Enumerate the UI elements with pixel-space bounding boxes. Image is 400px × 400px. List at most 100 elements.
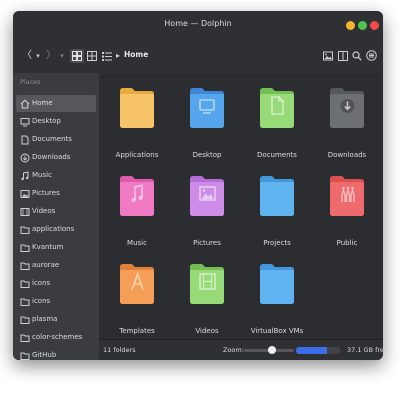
icons-view-button[interactable] [70,49,84,63]
disk-usage-fill [296,347,327,354]
search-button[interactable] [351,49,363,63]
folder-label: Applications [115,151,159,159]
forward-button[interactable]: 〉 [46,49,56,63]
grid-icon [72,51,82,61]
sidebar-item-plasma[interactable]: plasma [16,311,96,328]
folder-public[interactable]: Public [312,167,382,249]
compact-grid-icon [87,51,97,61]
sidebar-item-color-schemes[interactable]: color-schemes [16,329,96,346]
list-icon [102,52,112,61]
folder-label: Music [127,239,147,247]
window-title: Home — Dolphin [164,19,232,28]
toolbar: 〈 ▾ 〉 ▾ ▸ Home [13,39,383,74]
folder-icon [260,176,294,216]
folder-icon [260,88,294,128]
folder-label: Downloads [327,151,367,159]
disk-usage-bar [296,347,340,354]
folder-icon [120,176,154,216]
free-space-label: 37.1 GB free [347,346,383,354]
sidebar-item-icons[interactable]: icons [16,293,96,310]
back-button[interactable]: 〈 [22,49,32,63]
sidebar-item-kvantum[interactable]: Kvantum [16,239,96,256]
folder-label: Public [336,239,358,247]
forward-menu-icon[interactable]: ▾ [58,49,66,63]
folder-icon [20,334,30,342]
menu-button[interactable] [365,49,377,63]
folder-icon [190,264,224,304]
back-menu-icon[interactable]: ▾ [34,49,42,63]
folder-applications[interactable]: Applications [102,79,172,161]
folder-icon [20,298,30,306]
sidebar-item-label: Downloads [32,153,71,161]
zoom-label: Zoom: [223,346,244,354]
document-icon [21,135,29,145]
folder-icon [330,176,364,216]
folder-templates[interactable]: Templates [102,255,172,337]
folder-icon [20,244,30,252]
folder-downloads[interactable]: Downloads [312,79,382,161]
sidebar-item-pictures[interactable]: Pictures [16,185,96,202]
sidebar-item-label: Documents [32,135,72,143]
title-bar[interactable]: Home — Dolphin [13,11,383,39]
sidebar-item-label: Desktop [32,117,61,125]
folder-documents[interactable]: Documents [242,79,312,161]
folder-icon [330,88,364,128]
folder-label: Pictures [193,239,221,247]
folder-label: Videos [195,327,219,335]
dolphin-window: Home — Dolphin 〈 ▾ 〉 ▾ ▸ Home Places Hom… [13,11,383,360]
sidebar-item-label: applications [32,225,75,233]
picture-icon [20,190,30,198]
download-icon [20,153,30,163]
breadcrumb-home[interactable]: Home [124,50,148,59]
folder-virtualbox-vms[interactable]: VirtualBox VMs [242,255,312,337]
sidebar-item-videos[interactable]: Videos [16,203,96,220]
split-panel-icon [338,51,348,61]
minimize-button[interactable] [346,21,355,30]
preview-button[interactable] [322,49,334,63]
sidebar-item-downloads[interactable]: Downloads [16,149,96,166]
folder-count: 11 folders [103,346,136,354]
folder-icon [20,226,30,234]
folder-icon [20,316,30,324]
maximize-button[interactable] [358,21,367,30]
sidebar-item-music[interactable]: Music [16,167,96,184]
file-view[interactable]: Applications Desktop Documents Downloads Mus… [99,73,383,339]
sidebar-item-applications[interactable]: applications [16,221,96,238]
sidebar-item-label: Home [32,99,53,107]
sidebar-item-github[interactable]: GitHub [16,347,96,360]
split-view-button[interactable] [337,49,349,63]
folder-pictures[interactable]: Pictures [172,167,242,249]
sidebar-item-home[interactable]: Home [16,95,96,112]
folder-icon [120,88,154,128]
places-sidebar: Places Home Desktop Documents Downloads Musi… [13,73,99,360]
folder-projects[interactable]: Projects [242,167,312,249]
sidebar-item-label: Kvantum [32,243,64,251]
folder-music[interactable]: Music [102,167,172,249]
sidebar-item-label: aurorae [32,261,60,269]
folder-label: Desktop [192,151,222,159]
video-icon [20,208,30,216]
sidebar-item-aurorae[interactable]: aurorae [16,257,96,274]
zoom-slider-handle[interactable] [267,346,276,354]
details-view-button[interactable] [101,49,113,63]
sidebar-item-label: icons [32,297,51,305]
desktop-icon [20,118,30,127]
hamburger-menu-icon [365,50,377,61]
folder-desktop[interactable]: Desktop [172,79,242,161]
close-button[interactable] [370,21,379,30]
image-preview-icon [323,51,333,61]
sidebar-item-documents[interactable]: Documents [16,131,96,148]
folder-icon [20,262,30,270]
folder-label: Projects [263,239,291,247]
compact-view-button[interactable] [86,49,98,63]
folder-icon [260,264,294,304]
sidebar-item-label: Music [32,171,52,179]
music-icon [21,171,29,181]
breadcrumb-separator-icon: ▸ [115,51,120,60]
sidebar-item-icons[interactable]: icons [16,275,96,292]
sidebar-item-desktop[interactable]: Desktop [16,113,96,130]
folder-icon [20,280,30,288]
folder-label: VirtualBox VMs [250,327,304,335]
folder-videos[interactable]: Videos [172,255,242,337]
search-icon [352,51,362,61]
